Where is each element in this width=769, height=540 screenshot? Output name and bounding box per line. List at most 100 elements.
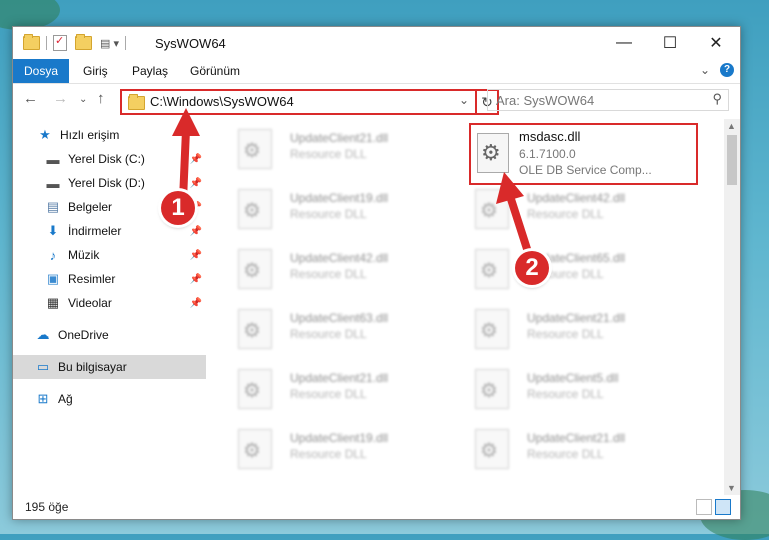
- maximize-button[interactable]: ☐: [647, 27, 693, 59]
- minimize-button[interactable]: —: [601, 27, 647, 59]
- pin-icon: 📌: [189, 297, 202, 309]
- scrollbar-thumb[interactable]: [727, 135, 737, 185]
- drive-icon: ▬: [46, 151, 60, 167]
- file-description: Resource DLL: [290, 387, 367, 401]
- file-item[interactable]: UpdateClient63.dll Resource DLL: [228, 303, 448, 355]
- help-icon[interactable]: ?: [720, 63, 734, 77]
- quick-access-toolbar: ▤ ▾: [23, 34, 132, 51]
- separator: [124, 36, 126, 50]
- scroll-up-icon[interactable]: ▲: [727, 121, 736, 131]
- dll-file-icon: [475, 189, 509, 229]
- forward-arrow-icon[interactable]: →: [53, 90, 68, 107]
- sidebar-item-onedrive[interactable]: ☁ OneDrive: [13, 323, 206, 347]
- file-name: UpdateClient19.dll: [290, 191, 389, 205]
- close-button[interactable]: ✕: [693, 27, 739, 59]
- pin-icon: 📌: [189, 177, 202, 189]
- file-item[interactable]: UpdateClient65.dll Resource DLL: [465, 243, 685, 295]
- dll-file-icon: [238, 369, 272, 409]
- file-name: UpdateClient63.dll: [290, 311, 389, 325]
- highlighted-file-item[interactable]: msdasc.dll 6.1.7100.0 OLE DB Service Com…: [469, 123, 698, 185]
- download-icon: ⬇: [47, 223, 59, 238]
- network-icon: ⊞: [37, 391, 49, 406]
- window-title: SysWOW64: [155, 36, 226, 51]
- tab-file[interactable]: Dosya: [13, 59, 69, 83]
- dll-file-icon: [475, 429, 509, 469]
- pin-icon: 📌: [189, 249, 202, 261]
- drive-icon: ▬: [46, 175, 60, 191]
- sidebar-item-this-pc[interactable]: ▭ Bu bilgisayar: [13, 355, 206, 379]
- sidebar-item-pictures[interactable]: ▣ Resimler 📌: [13, 267, 206, 291]
- tab-view[interactable]: Görünüm: [180, 59, 250, 83]
- ribbon-tabs: Dosya Giriş Paylaş Görünüm ⌄ ?: [13, 59, 740, 84]
- file-description: Resource DLL: [290, 147, 367, 161]
- tab-share[interactable]: Paylaş: [122, 59, 178, 83]
- file-description: Resource DLL: [527, 207, 604, 221]
- file-item[interactable]: UpdateClient5.dll Resource DLL: [465, 363, 685, 415]
- dll-file-icon: [475, 369, 509, 409]
- file-description: Resource DLL: [290, 207, 367, 221]
- search-icon[interactable]: ⚲: [712, 91, 722, 107]
- file-name: UpdateClient21.dll: [527, 431, 626, 445]
- file-name: UpdateClient5.dll: [527, 371, 619, 385]
- properties-icon[interactable]: [53, 34, 67, 51]
- new-folder-icon[interactable]: [75, 34, 92, 50]
- file-explorer-window: ▤ ▾ SysWOW64 — ☐ ✕ Dosya Giriş Paylaş Gö…: [12, 26, 741, 520]
- scroll-down-icon[interactable]: ▼: [727, 483, 736, 493]
- pin-icon: 📌: [189, 225, 202, 237]
- file-item[interactable]: UpdateClient21.dll Resource DLL: [465, 303, 685, 355]
- file-name: UpdateClient21.dll: [290, 131, 389, 145]
- back-arrow-icon[interactable]: ←: [23, 90, 38, 107]
- separator: [46, 36, 47, 50]
- file-item[interactable]: UpdateClient19.dll Resource DLL: [228, 183, 448, 235]
- search-placeholder: Ara: SysWOW64: [496, 93, 595, 108]
- tab-home[interactable]: Giriş: [73, 59, 118, 83]
- expand-ribbon-icon[interactable]: ⌄: [700, 63, 710, 77]
- file-item[interactable]: UpdateClient21.dll Resource DLL: [465, 423, 685, 475]
- file-name: UpdateClient21.dll: [527, 311, 626, 325]
- sidebar-item-disk-c[interactable]: ▬ Yerel Disk (C:) 📌: [13, 147, 206, 171]
- cloud-icon: ☁: [36, 327, 50, 342]
- file-item[interactable]: UpdateClient42.dll Resource DLL: [228, 243, 448, 295]
- sidebar-item-videos[interactable]: ▦ Videolar 📌: [13, 291, 206, 315]
- folder-icon[interactable]: [23, 34, 40, 50]
- details-view-icon[interactable]: [696, 499, 712, 515]
- star-icon: ★: [39, 127, 51, 142]
- customize-toolbar-icon[interactable]: ▤ ▾: [100, 37, 119, 50]
- sidebar-item-network[interactable]: ⊞ Ağ: [13, 387, 206, 411]
- file-item[interactable]: UpdateClient21.dll Resource DLL: [228, 123, 448, 175]
- video-icon: ▦: [46, 295, 60, 310]
- file-name: UpdateClient42.dll: [290, 251, 389, 265]
- file-item[interactable]: UpdateClient21.dll Resource DLL: [228, 363, 448, 415]
- address-bar[interactable]: C:\Windows\SysWOW64 ⌄ ↻: [120, 89, 499, 115]
- file-description: Resource DLL: [527, 387, 604, 401]
- sidebar-item-label: Müzik: [68, 248, 100, 262]
- pin-icon: 📌: [189, 273, 202, 285]
- file-name: UpdateClient42.dll: [527, 191, 626, 205]
- file-description: Resource DLL: [290, 447, 367, 461]
- vertical-scrollbar[interactable]: ▲ ▼: [724, 119, 740, 495]
- search-input[interactable]: Ara: SysWOW64 ⚲: [487, 89, 729, 111]
- tiles-view-icon[interactable]: [715, 499, 731, 515]
- sidebar-item-quick-access[interactable]: ★ Hızlı erişim: [13, 123, 206, 147]
- sidebar-item-label: Yerel Disk (C:): [68, 152, 145, 166]
- dll-file-icon: [238, 249, 272, 289]
- sidebar-item-music[interactable]: ♪ Müzik 📌: [13, 243, 206, 267]
- recent-locations-icon[interactable]: ⌄: [79, 94, 87, 105]
- file-description: OLE DB Service Comp...: [519, 163, 652, 177]
- dll-file-icon: [238, 129, 272, 169]
- navigation-pane: ★ Hızlı erişim ▬ Yerel Disk (C:) 📌 ▬ Yer…: [13, 123, 206, 495]
- address-dropdown-icon[interactable]: ⌄: [459, 93, 469, 107]
- pin-icon: 📌: [189, 153, 202, 165]
- status-bar: 195 öğe: [13, 495, 740, 519]
- sidebar-item-label: Yerel Disk (D:): [68, 176, 145, 190]
- dll-file-icon: [238, 309, 272, 349]
- file-item[interactable]: UpdateClient42.dll Resource DLL: [465, 183, 685, 235]
- up-arrow-icon[interactable]: ↑: [97, 90, 105, 107]
- folder-icon: [128, 94, 145, 110]
- file-description: Resource DLL: [290, 327, 367, 341]
- address-path[interactable]: C:\Windows\SysWOW64: [150, 94, 294, 109]
- ribbon-right-controls: ⌄ ?: [700, 63, 734, 77]
- sidebar-item-label: Hızlı erişim: [60, 128, 120, 142]
- file-item[interactable]: UpdateClient19.dll Resource DLL: [228, 423, 448, 475]
- sidebar-item-label: OneDrive: [58, 328, 109, 342]
